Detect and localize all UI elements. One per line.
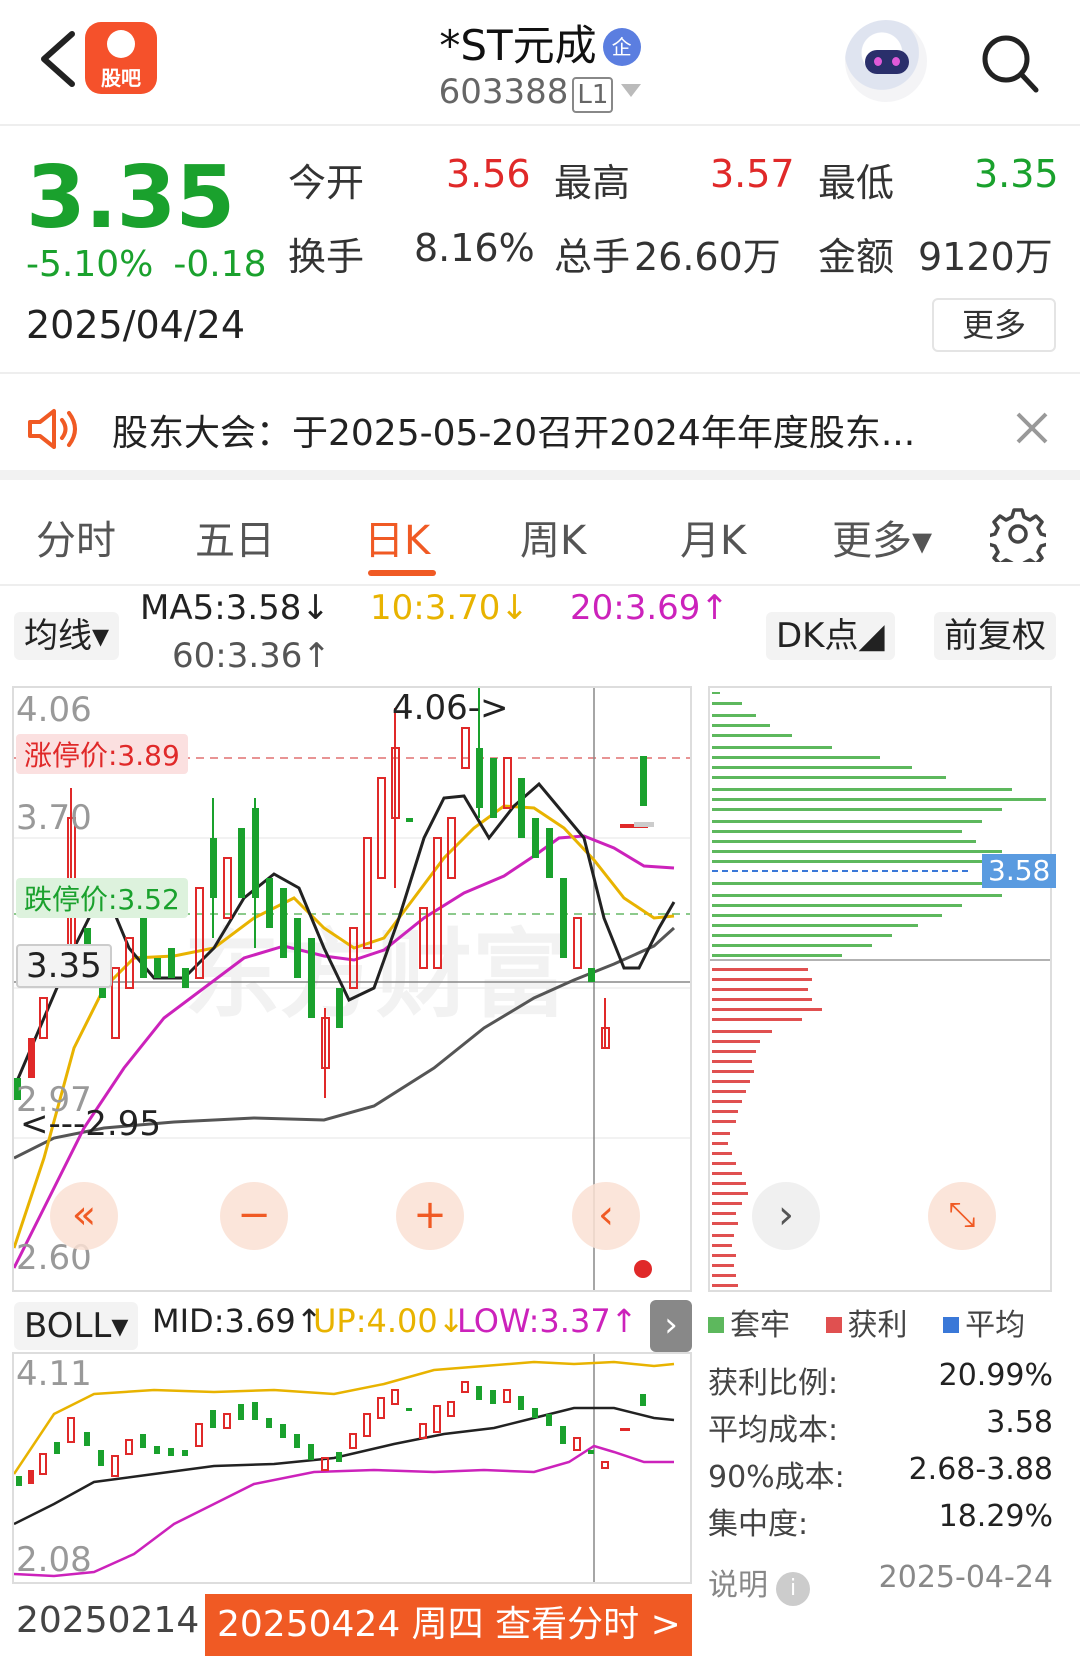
tab-monthly-k[interactable]: 月K	[680, 508, 746, 566]
tab-intraday[interactable]: 分时	[36, 508, 116, 566]
last-price: 3.35	[26, 148, 235, 248]
info-icon[interactable]: i	[776, 1572, 810, 1606]
chip-stats: 获利比例: 20.99% 平均成本: 3.58 90%成本: 2.68-3.88 集中…	[708, 1354, 1053, 1542]
peak-annotation: 4.06->	[392, 688, 509, 728]
ma10-value: 10:3.70↓	[370, 588, 529, 628]
adjust-button[interactable]: 前复权	[934, 612, 1056, 660]
scroll-right-button[interactable]: ›	[752, 1182, 820, 1250]
ma60-value: 60:3.36↑	[172, 636, 331, 676]
boll-y-top: 4.11	[16, 1354, 92, 1394]
stock-name: *ST元成	[439, 21, 597, 70]
ma-selector[interactable]: 均线▾	[14, 612, 120, 660]
tab-more[interactable]: 更多▾	[832, 508, 932, 566]
speaker-icon	[28, 409, 77, 449]
active-tab-indicator	[368, 570, 436, 576]
legend-average: 平均	[943, 1308, 1025, 1343]
concentration-value: 18.29%	[938, 1499, 1053, 1534]
ma5-value: MA5:3.58↓	[140, 588, 330, 628]
concentration-row: 集中度: 18.29%	[708, 1499, 1053, 1542]
date-bar: 20250214 20250424 周四 查看分时 >	[0, 1588, 1080, 1668]
search-icon[interactable]	[978, 30, 1040, 96]
view-intraday-button[interactable]: 20250424 周四 查看分时 >	[205, 1594, 692, 1656]
amount-label: 金额	[818, 235, 895, 279]
avg-cost-value: 3.58	[986, 1405, 1053, 1440]
legend-trapped: 套牢	[708, 1308, 790, 1343]
indicator-next-button[interactable]: ›	[650, 1300, 692, 1352]
notice-bar[interactable]: 股东大会：于2025-05-20召开2024年年度股东...	[0, 376, 1080, 480]
chip-legend: 套牢 获利 平均	[708, 1300, 1068, 1343]
quote-more-button[interactable]: 更多	[932, 298, 1056, 352]
y-label-mid: 3.70	[16, 798, 92, 838]
scroll-left-button[interactable]: ‹	[572, 1182, 640, 1250]
profit-ratio-row: 获利比例: 20.99%	[708, 1358, 1053, 1401]
amount-value: 9120万	[918, 235, 1053, 279]
start-date: 20250214	[16, 1600, 200, 1641]
cost90-row: 90%成本: 2.68-3.88	[708, 1452, 1053, 1495]
dropdown-triangle-icon	[621, 84, 642, 97]
high-value: 3.57	[710, 152, 795, 196]
avg-cost-row: 平均成本: 3.58	[708, 1405, 1053, 1448]
kline-chart[interactable]: 东方财富 4.06 涨停价:3.89 3.70 跌停价:3.52 3.35 2.…	[12, 686, 692, 1292]
tab-daily-k[interactable]: 日K	[364, 508, 430, 566]
turnover-label: 换手	[288, 235, 365, 279]
quote-panel: 3.35 -5.10% -0.18 2025/04/24 今开 3.56 最高 3…	[0, 128, 1080, 374]
robot-assistant-icon[interactable]	[845, 20, 927, 102]
period-tabs: 分时 五日 日K 周K 月K 更多▾	[0, 482, 1080, 586]
legend-profit: 获利	[825, 1308, 908, 1343]
open-label: 今开	[288, 161, 365, 205]
tab-five-day[interactable]: 五日	[195, 508, 275, 566]
boll-y-bottom: 2.08	[16, 1540, 92, 1580]
event-dot[interactable]	[634, 1260, 652, 1278]
boll-up: UP:4.00↓	[313, 1302, 465, 1340]
volume-label: 总手	[554, 235, 631, 279]
ma-indicator-row: 均线▾ MA5:3.58↓ 10:3.70↓ 20:3.69↑ 60:3.36↑…	[0, 588, 1080, 684]
close-icon[interactable]	[1010, 406, 1054, 450]
chip-distribution-chart[interactable]: 3.58 › ⤡	[708, 686, 1057, 1292]
low-value: 3.35	[974, 152, 1059, 196]
chip-explain[interactable]: 说明 i 2025-04-24	[708, 1560, 1053, 1606]
quote-date: 2025/04/24	[26, 303, 246, 347]
stock-code: 603388	[438, 72, 569, 112]
dk-point-button[interactable]: DK点◢	[766, 612, 895, 660]
expand-icon[interactable]: ⤡	[928, 1182, 996, 1250]
avg-cost-marker: 3.58	[982, 854, 1057, 888]
gear-icon[interactable]	[990, 506, 1046, 562]
explain-label: 说明	[708, 1568, 768, 1603]
notice-text: 股东大会：于2025-05-20召开2024年年度股东...	[112, 413, 916, 454]
cost90-value: 2.68-3.88	[908, 1452, 1053, 1487]
change-amount: -0.18	[173, 244, 267, 285]
high-label: 最高	[554, 161, 631, 205]
y-label-current: 3.35	[16, 944, 112, 988]
ma20-value: 20:3.69↑	[570, 588, 729, 628]
limit-up-label: 涨停价:3.89	[16, 734, 188, 774]
enterprise-badge: 企	[602, 28, 641, 66]
turnover-value: 8.16%	[414, 226, 535, 270]
low-label: 最低	[818, 161, 895, 205]
change-row: -5.10% -0.18	[26, 244, 287, 285]
level-badge: L1	[572, 77, 614, 113]
zoom-in-button[interactable]: +	[396, 1182, 464, 1250]
change-percent: -5.10%	[26, 244, 154, 285]
volume-value: 26.60万	[634, 235, 781, 279]
trough-annotation: <---2.95	[20, 1104, 161, 1144]
zoom-out-button[interactable]: −	[220, 1182, 288, 1250]
watermark-text: 东方财富	[184, 919, 568, 1031]
limit-down-label: 跌停价:3.52	[16, 878, 188, 918]
explain-date: 2025-04-24	[878, 1560, 1053, 1595]
tab-weekly-k[interactable]: 周K	[520, 508, 586, 566]
profit-ratio-value: 20.99%	[938, 1358, 1053, 1393]
y-label-top: 4.06	[16, 690, 92, 730]
boll-selector[interactable]: BOLL▾	[14, 1302, 139, 1350]
boll-svg	[14, 1354, 675, 1582]
app-header: 股吧 *ST元成企 603388 L1	[0, 0, 1080, 126]
scroll-left-fast-button[interactable]: «	[50, 1182, 118, 1250]
boll-chart[interactable]: 4.11 2.08	[12, 1352, 692, 1584]
boll-low: LOW:3.37↑	[457, 1302, 638, 1340]
open-value: 3.56	[446, 152, 531, 196]
boll-mid: MID:3.69↑	[152, 1302, 323, 1340]
